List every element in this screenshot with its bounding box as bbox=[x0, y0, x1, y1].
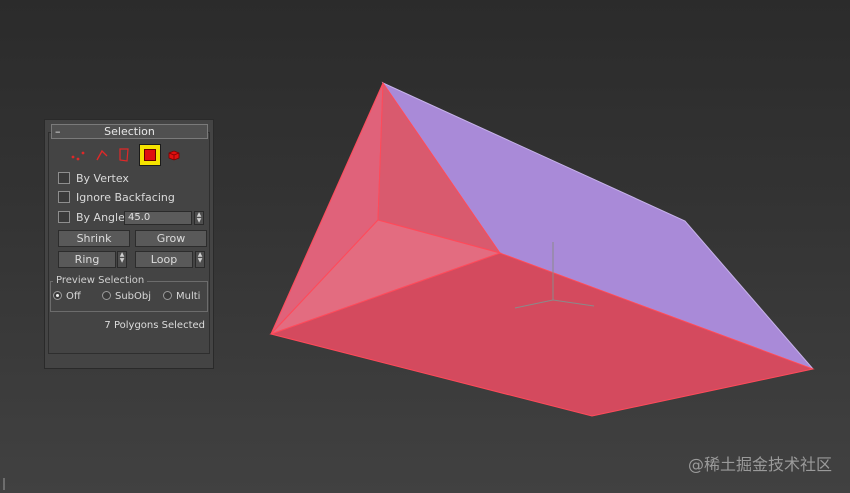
ignore-backfacing-label: Ignore Backfacing bbox=[76, 191, 175, 204]
preview-off-radio[interactable]: Off bbox=[53, 290, 81, 304]
radio-off-icon[interactable] bbox=[163, 290, 172, 300]
preview-multi-radio[interactable]: Multi bbox=[163, 290, 200, 304]
loop-spinner[interactable]: ▲ ▼ bbox=[195, 251, 205, 268]
element-icon[interactable] bbox=[163, 144, 185, 166]
subobject-mode-row bbox=[67, 144, 197, 166]
preview-selection-title: Preview Selection bbox=[53, 274, 148, 287]
by-vertex-checkbox[interactable]: By Vertex bbox=[58, 171, 129, 187]
selection-rollout: – Selection By Vertex Ignore Backfacing … bbox=[44, 119, 214, 369]
preview-subobj-label: SubObj bbox=[115, 291, 152, 302]
ignore-backfacing-checkbox[interactable]: Ignore Backfacing bbox=[58, 190, 175, 206]
border-icon[interactable] bbox=[113, 144, 135, 166]
rollout-title: Selection bbox=[104, 125, 155, 138]
shrink-button[interactable]: Shrink bbox=[58, 230, 130, 247]
preview-multi-label: Multi bbox=[176, 291, 201, 302]
by-angle-label: By Angle: bbox=[76, 211, 129, 224]
by-angle-checkbox[interactable]: By Angle: bbox=[58, 210, 129, 226]
preview-off-label: Off bbox=[66, 291, 81, 302]
by-angle-input[interactable]: 45.0 bbox=[124, 211, 192, 225]
watermark: @稀土掘金技术社区 bbox=[687, 455, 832, 474]
preview-subobj-radio[interactable]: SubObj bbox=[102, 290, 151, 304]
radio-off-icon[interactable] bbox=[102, 290, 111, 300]
vertex-icon[interactable] bbox=[67, 144, 89, 166]
checkbox-box[interactable] bbox=[58, 211, 70, 223]
by-vertex-label: By Vertex bbox=[76, 172, 129, 185]
checkbox-box[interactable] bbox=[58, 191, 70, 203]
collapse-icon[interactable]: – bbox=[55, 125, 65, 138]
ring-button[interactable]: Ring bbox=[58, 251, 116, 268]
polygon-icon[interactable] bbox=[139, 144, 161, 166]
selection-status: 7 Polygons Selected bbox=[104, 320, 205, 331]
edge-icon[interactable] bbox=[91, 144, 113, 166]
rollout-header[interactable]: – Selection bbox=[51, 124, 208, 139]
radio-on-icon[interactable] bbox=[53, 290, 62, 300]
loop-button[interactable]: Loop bbox=[135, 251, 193, 268]
checkbox-box[interactable] bbox=[58, 172, 70, 184]
ring-spinner[interactable]: ▲ ▼ bbox=[117, 251, 127, 268]
by-angle-spinner[interactable]: ▲ ▼ bbox=[194, 211, 204, 225]
grow-button[interactable]: Grow bbox=[135, 230, 207, 247]
